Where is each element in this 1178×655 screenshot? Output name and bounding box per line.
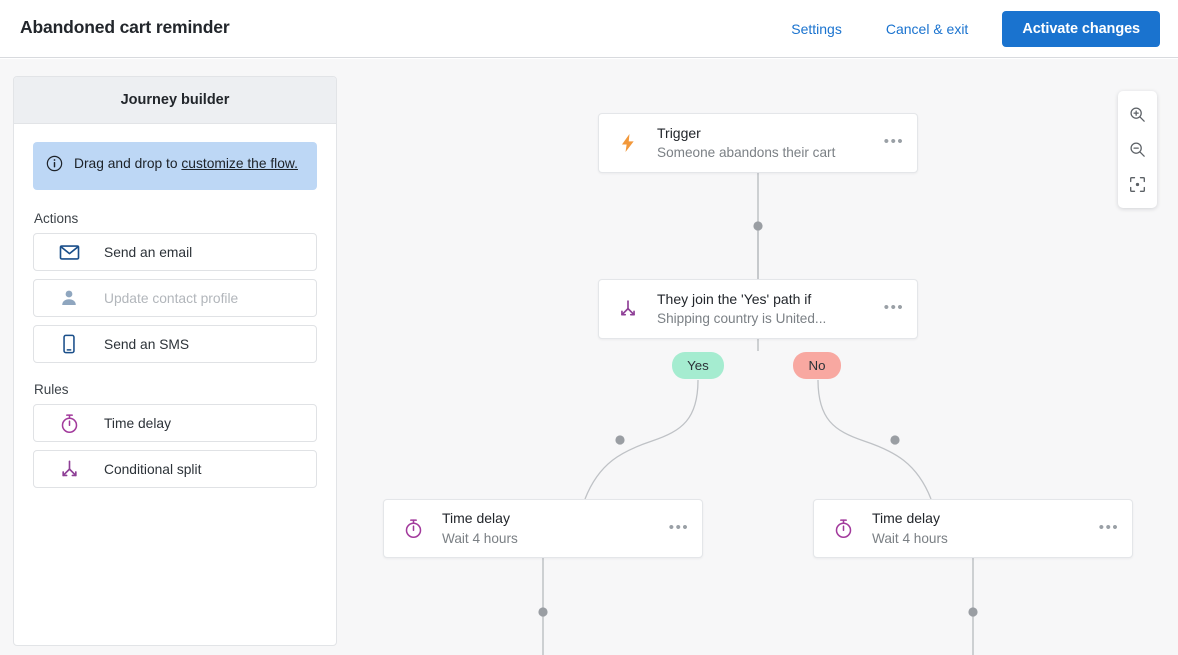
node-menu-button[interactable]: •••	[1086, 519, 1132, 539]
node-text: Trigger Someone abandons their cart	[657, 124, 871, 163]
stopwatch-icon	[34, 412, 104, 435]
lightning-bolt-icon	[599, 131, 657, 155]
branch-pill-no[interactable]: No	[793, 352, 841, 379]
fit-to-screen-icon[interactable]	[1118, 167, 1157, 202]
palette-item-label: Time delay	[104, 416, 171, 431]
node-title: Trigger	[657, 124, 863, 143]
node-title: Time delay	[442, 509, 648, 528]
stopwatch-icon	[384, 517, 442, 540]
node-text: Time delay Wait 4 hours	[442, 509, 656, 548]
node-trigger[interactable]: Trigger Someone abandons their cart •••	[598, 113, 918, 173]
top-bar-actions: Settings Cancel & exit Activate changes	[769, 11, 1160, 47]
node-subtitle: Someone abandons their cart	[657, 143, 863, 162]
palette-item-send-an-sms[interactable]: Send an SMS	[33, 325, 317, 363]
node-title: They join the 'Yes' path if	[657, 290, 863, 309]
group-label-actions: Actions	[34, 211, 317, 226]
envelope-icon	[34, 241, 104, 264]
zoom-out-icon[interactable]	[1118, 132, 1157, 167]
sidebar-body: Drag and drop to customize the flow. Act…	[14, 124, 336, 488]
zoom-controls	[1118, 91, 1157, 208]
node-text: They join the 'Yes' path if Shipping cou…	[657, 290, 871, 329]
palette-item-conditional-split[interactable]: Conditional split	[33, 450, 317, 488]
node-time-delay-no[interactable]: Time delay Wait 4 hours •••	[813, 499, 1133, 558]
mobile-phone-icon	[34, 333, 104, 355]
node-menu-button[interactable]: •••	[871, 133, 917, 153]
node-time-delay-yes[interactable]: Time delay Wait 4 hours •••	[383, 499, 703, 558]
split-arrow-icon	[34, 458, 104, 481]
banner-text: Drag and drop to customize the flow.	[74, 154, 298, 177]
drag-and-drop-banner: Drag and drop to customize the flow.	[33, 142, 317, 190]
node-subtitle: Wait 4 hours	[872, 529, 1078, 548]
group-label-rules: Rules	[34, 382, 317, 397]
stopwatch-icon	[814, 517, 872, 540]
customize-the-flow-link[interactable]: customize the flow.	[181, 156, 298, 171]
split-arrow-icon	[599, 298, 657, 320]
node-subtitle: Shipping country is United...	[657, 309, 863, 328]
palette-item-label: Send an email	[104, 245, 192, 260]
branch-pill-label: Yes	[687, 358, 709, 373]
page-title: Abandoned cart reminder	[20, 17, 230, 38]
top-bar: Abandoned cart reminder Settings Cancel …	[0, 0, 1178, 58]
palette-item-label: Update contact profile	[104, 291, 238, 306]
journey-canvas[interactable]: Trigger Someone abandons their cart ••• …	[337, 59, 1178, 655]
palette-item-update-contact-profile[interactable]: Update contact profile	[33, 279, 317, 317]
palette-item-time-delay[interactable]: Time delay	[33, 404, 317, 442]
node-menu-button[interactable]: •••	[656, 519, 702, 539]
journey-builder-sidebar: Journey builder Drag and drop to customi…	[13, 76, 337, 646]
banner-text-prefix: Drag and drop to	[74, 156, 181, 171]
node-text: Time delay Wait 4 hours	[872, 509, 1086, 548]
activate-changes-button[interactable]: Activate changes	[1002, 11, 1160, 47]
node-subtitle: Wait 4 hours	[442, 529, 648, 548]
sidebar-title: Journey builder	[14, 77, 336, 124]
branch-pill-label: No	[809, 358, 826, 373]
person-icon	[34, 287, 104, 309]
cancel-and-exit-button[interactable]: Cancel & exit	[864, 13, 990, 45]
workspace: Journey builder Drag and drop to customi…	[0, 59, 1178, 655]
zoom-in-icon[interactable]	[1118, 97, 1157, 132]
palette-item-label: Send an SMS	[104, 337, 189, 352]
node-menu-button[interactable]: •••	[871, 299, 917, 319]
palette-item-send-an-email[interactable]: Send an email	[33, 233, 317, 271]
node-title: Time delay	[872, 509, 1078, 528]
node-conditional-split[interactable]: They join the 'Yes' path if Shipping cou…	[598, 279, 918, 339]
branch-pill-yes[interactable]: Yes	[672, 352, 724, 379]
info-circle-icon	[46, 154, 63, 177]
palette-item-label: Conditional split	[104, 462, 201, 477]
settings-button[interactable]: Settings	[769, 13, 864, 45]
